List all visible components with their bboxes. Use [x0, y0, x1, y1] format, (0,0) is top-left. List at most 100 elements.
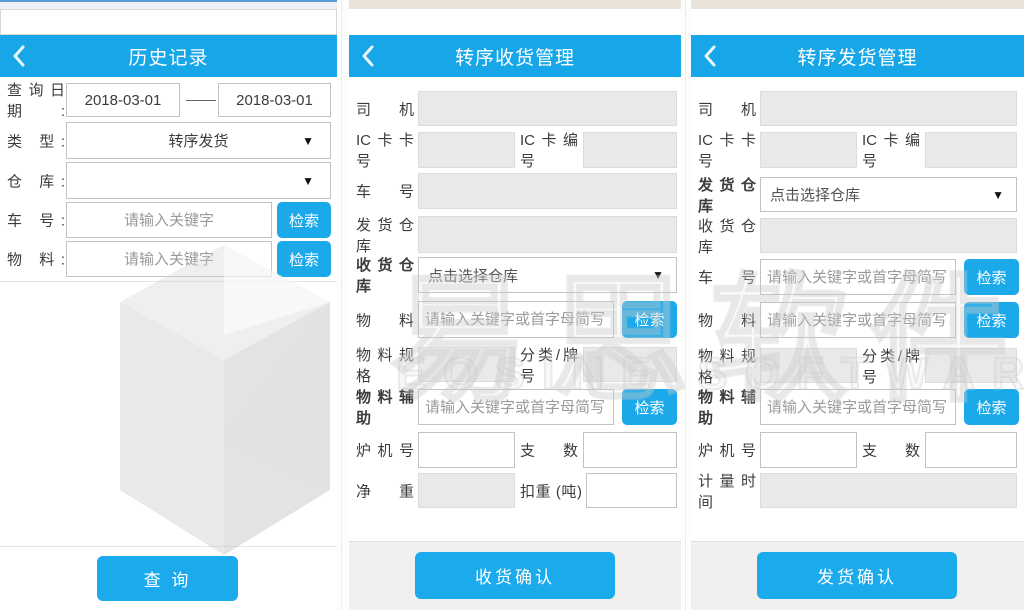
- furnace-label: 炉 机 号: [698, 440, 756, 461]
- count-label: 支 数: [862, 440, 920, 461]
- page-title: 转序发货管理: [797, 43, 917, 70]
- ic-no-label: IC卡编号: [520, 129, 578, 171]
- panel-separator: [685, 0, 686, 610]
- vehicle-label: 车 号:: [7, 210, 65, 231]
- furnace-input-wrap: [760, 432, 857, 468]
- spec-label: 物料规格: [698, 345, 756, 387]
- material-input[interactable]: [67, 242, 271, 276]
- ic-no-label: IC卡编号: [862, 129, 920, 171]
- date-to-field[interactable]: 2018-03-01: [218, 83, 331, 117]
- furnace-input[interactable]: [419, 433, 514, 467]
- vehicle-search-button[interactable]: 检索: [277, 202, 331, 238]
- vehicle-input-wrap: [760, 259, 956, 295]
- spec-row: 物料规格 分类/牌号: [691, 348, 1024, 383]
- ship-warehouse-row: 发货仓库 点击选择仓库 ▼: [691, 177, 1024, 212]
- weigh-time-label: 计量时间: [698, 470, 756, 512]
- count-input[interactable]: [926, 433, 1016, 467]
- page-title: 历史记录: [128, 43, 208, 70]
- date-range-separator: ——: [186, 92, 212, 109]
- material-search-button[interactable]: 检索: [622, 301, 677, 338]
- aux-search-button[interactable]: 检索: [964, 389, 1019, 425]
- furnace-row: 炉 机 号 支 数: [349, 432, 681, 468]
- recv-warehouse-label: 收货仓库: [698, 215, 756, 257]
- aux-input[interactable]: [419, 390, 613, 424]
- aux-row: 物料辅助 检索: [349, 389, 681, 425]
- aux-input-wrap: [760, 389, 956, 425]
- divider: [0, 281, 337, 282]
- type-dropdown[interactable]: 转序发货 ▼: [66, 122, 331, 159]
- back-button[interactable]: [361, 35, 391, 77]
- aux-search-button[interactable]: 检索: [622, 389, 677, 425]
- material-label: 物 料:: [7, 249, 65, 270]
- page-title: 转序收货管理: [455, 43, 575, 70]
- warehouse-label: 仓 库:: [7, 170, 65, 191]
- driver-label: 司 机: [356, 98, 414, 119]
- material-input[interactable]: [761, 303, 955, 337]
- count-input-wrap: [925, 432, 1017, 468]
- ic-card-field: [760, 132, 857, 168]
- back-button[interactable]: [12, 35, 42, 77]
- aux-input[interactable]: [761, 390, 955, 424]
- material-search-button[interactable]: 检索: [277, 241, 331, 277]
- vehicle-search-button[interactable]: 检索: [964, 259, 1019, 295]
- material-search-button[interactable]: 检索: [964, 302, 1019, 338]
- type-value: 转序发货: [168, 130, 228, 151]
- query-button[interactable]: 查 询: [97, 556, 238, 601]
- ic-no-field: [925, 132, 1017, 168]
- net-weight-label: 净 重: [356, 480, 414, 501]
- back-icon: [361, 45, 374, 67]
- back-icon: [12, 45, 25, 67]
- chevron-down-icon: ▼: [302, 174, 314, 188]
- net-weight-row: 净 重 扣重 (吨): [349, 473, 681, 508]
- count-input[interactable]: [584, 433, 676, 467]
- material-row: 物 料 检索: [691, 302, 1024, 338]
- back-button[interactable]: [703, 35, 733, 77]
- recv-warehouse-field: [760, 218, 1017, 253]
- ic-card-row: IC卡卡号 IC卡编号: [691, 132, 1024, 168]
- net-weight-field: [418, 473, 515, 508]
- material-label: 物 料: [698, 310, 756, 331]
- date-from-field[interactable]: 2018-03-01: [66, 83, 180, 117]
- ic-card-row: IC卡卡号 IC卡编号: [349, 132, 681, 168]
- vehicle-row: 车 号: [349, 173, 681, 209]
- furnace-input[interactable]: [761, 433, 856, 467]
- material-input-wrap: [418, 301, 614, 338]
- ship-confirm-button[interactable]: 发货确认: [757, 552, 957, 599]
- ship-warehouse-label: 发货仓库: [698, 174, 756, 216]
- count-label: 支 数: [520, 440, 578, 461]
- vehicle-field: [418, 173, 677, 209]
- recv-warehouse-value: 点击选择仓库: [419, 265, 518, 286]
- header-shipping: 转序发货管理: [691, 35, 1024, 77]
- tare-input[interactable]: [587, 474, 676, 507]
- aux-row: 物料辅助 检索: [691, 389, 1024, 425]
- grade-field: [925, 348, 1017, 383]
- back-icon: [703, 45, 716, 67]
- ship-warehouse-row: 发货仓库: [349, 216, 681, 253]
- type-label: 类 型:: [7, 130, 65, 151]
- recv-warehouse-label: 收货仓库: [356, 254, 414, 296]
- recv-warehouse-row: 收货仓库 点击选择仓库 ▼: [349, 257, 681, 293]
- ic-card-field: [418, 132, 515, 168]
- vehicle-input[interactable]: [761, 260, 955, 294]
- weigh-time-field: [760, 473, 1017, 508]
- material-input[interactable]: [419, 302, 613, 337]
- weigh-time-row: 计量时间: [691, 473, 1024, 508]
- panel-separator: [341, 0, 342, 610]
- date-range-row: 查询日期: 2018-03-01 —— 2018-03-01: [0, 83, 337, 117]
- furnace-label: 炉 机 号: [356, 440, 414, 461]
- ship-warehouse-dropdown[interactable]: 点击选择仓库 ▼: [760, 177, 1017, 212]
- furnace-row: 炉 机 号 支 数: [691, 432, 1024, 468]
- type-row: 类 型: 转序发货 ▼: [0, 122, 337, 159]
- history-screen: 历史记录 查询日期: 2018-03-01 —— 2018-03-01 类 型:…: [0, 0, 337, 610]
- aux-input-wrap: [418, 389, 614, 425]
- receive-confirm-button[interactable]: 收货确认: [415, 552, 615, 599]
- material-row: 物 料: 检索: [0, 241, 337, 277]
- recv-warehouse-dropdown[interactable]: 点击选择仓库 ▼: [418, 257, 677, 293]
- status-bar: [0, 2, 337, 9]
- warehouse-dropdown[interactable]: ▼: [66, 162, 331, 199]
- vehicle-input[interactable]: [67, 203, 271, 237]
- ic-no-field: [583, 132, 677, 168]
- chevron-down-icon: ▼: [302, 134, 314, 148]
- vehicle-label: 车 号: [698, 267, 756, 288]
- vehicle-label: 车 号: [356, 181, 414, 202]
